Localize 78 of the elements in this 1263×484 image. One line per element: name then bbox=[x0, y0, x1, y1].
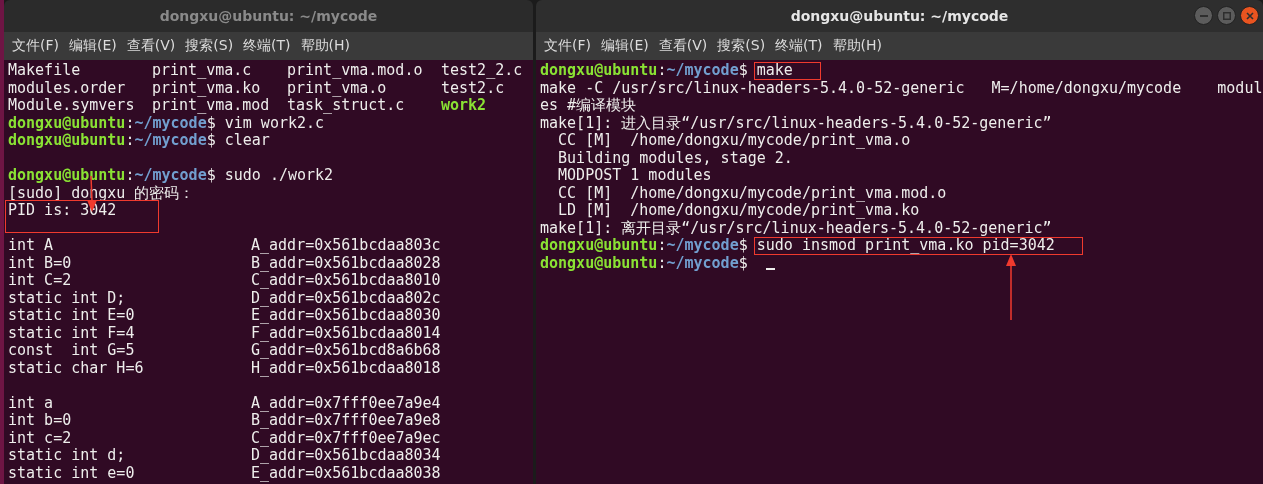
highlighted-command-text: sudo insmod print_vma.ko pid=3042 bbox=[753, 237, 1083, 255]
variable-declaration: static int E=0 bbox=[8, 307, 136, 325]
variable-declaration: static int D; bbox=[8, 289, 127, 307]
window-title: dongxu@ubuntu: ~/mycode bbox=[790, 8, 1009, 24]
menu-item[interactable]: 文件(F) bbox=[8, 37, 63, 55]
output-line: CC [M] /home/dongxu/mycode/print_vma.mod.o bbox=[557, 184, 947, 202]
file-name: Module.symvers bbox=[8, 97, 136, 115]
output-line: Building modules, stage 2. bbox=[557, 149, 793, 167]
menu-item[interactable]: 搜索(S) bbox=[713, 37, 770, 55]
variable-declaration: int C=2 bbox=[8, 272, 73, 290]
output-line: make -C /usr/src/linux-headers-5.4.0-52-generic M=/home/dongxu/mycode modul bbox=[540, 79, 1263, 97]
address-output: E_addr=0x561bcdaa8038 bbox=[251, 464, 441, 482]
file-name: task_struct.c bbox=[287, 97, 406, 115]
output-line: LD [M] /home/dongxu/mycode/print_vma.ko bbox=[557, 202, 920, 220]
menu-item[interactable]: 搜索(S) bbox=[181, 37, 238, 55]
variable-declaration: int b=0 bbox=[8, 412, 73, 430]
variable-declaration: int A bbox=[8, 237, 55, 255]
close-button[interactable] bbox=[1240, 6, 1259, 25]
maximize-icon bbox=[1222, 11, 1231, 20]
menu-item[interactable]: 查看(V) bbox=[122, 37, 180, 55]
address-output: H_addr=0x561bcdaa8018 bbox=[251, 359, 441, 377]
file-name: print_vma.ko bbox=[152, 79, 262, 97]
shell-prompt: dongxu@ubuntu:~/mycode$ bbox=[540, 237, 749, 255]
variable-declaration: static char H=6 bbox=[8, 359, 145, 377]
output-line: make[1]: 离开目录“/usr/src/linux-headers-5.4.0-52-generic” bbox=[540, 219, 1052, 237]
file-name: print_vma.c bbox=[152, 62, 253, 80]
file-name: test2_2.c bbox=[441, 62, 523, 80]
variable-declaration: static int d; bbox=[8, 447, 127, 465]
menu-item[interactable]: 终端(T) bbox=[771, 37, 827, 55]
command-text: sudo ./work2 bbox=[224, 167, 334, 185]
address-output: D_addr=0x561bcdaa802c bbox=[251, 289, 441, 307]
menu-item[interactable]: 编辑(E) bbox=[65, 37, 121, 55]
executable-file-name: work2 bbox=[441, 97, 487, 115]
address-output: B_addr=0x561bcdaa8028 bbox=[251, 254, 441, 272]
command-text: clear bbox=[224, 132, 270, 150]
variable-declaration: int c=2 bbox=[8, 429, 73, 447]
menu-item[interactable]: 终端(T) bbox=[239, 37, 295, 55]
file-name: print_vma.mod.o bbox=[287, 62, 424, 80]
address-output: A_addr=0x7fff0ee7a9e4 bbox=[251, 394, 441, 412]
variable-declaration: int a bbox=[8, 394, 55, 412]
output-line: MODPOST 1 modules bbox=[557, 167, 712, 185]
menu-item[interactable]: 帮助(H) bbox=[296, 37, 355, 55]
file-name: modules.order bbox=[8, 79, 127, 97]
window-title: dongxu@ubuntu: ~/mycode bbox=[159, 8, 378, 24]
variable-declaration: static int e=0 bbox=[8, 464, 136, 482]
shell-prompt: dongxu@ubuntu:~/mycode$ bbox=[540, 62, 749, 80]
file-name: Makefile bbox=[8, 62, 82, 80]
output-line: make[1]: 进入目录“/usr/src/linux-headers-5.4.0-52-generic” bbox=[540, 114, 1052, 132]
output-line: es #编译模块 bbox=[540, 97, 637, 115]
minimize-button[interactable] bbox=[1194, 6, 1213, 25]
address-output: A_addr=0x561bcdaa803c bbox=[251, 237, 441, 255]
menu-item[interactable]: 帮助(H) bbox=[828, 37, 887, 55]
maximize-button[interactable] bbox=[1217, 6, 1236, 25]
variable-declaration: int B=0 bbox=[8, 254, 73, 272]
address-output: B_addr=0x7fff0ee7a9e8 bbox=[251, 412, 441, 430]
minimize-icon bbox=[1199, 14, 1208, 17]
output-line: CC [M] /home/dongxu/mycode/print_vma.o bbox=[557, 132, 911, 150]
menu-item[interactable]: 编辑(E) bbox=[597, 37, 653, 55]
address-output: E_addr=0x561bcdaa8030 bbox=[251, 307, 441, 325]
address-output: F_addr=0x561bcdaa8014 bbox=[251, 324, 441, 342]
menu-item[interactable]: 文件(F) bbox=[540, 37, 595, 55]
address-output: C_addr=0x561bcdaa8010 bbox=[251, 272, 441, 290]
address-output: D_addr=0x561bcdaa8034 bbox=[251, 447, 441, 465]
file-name: print_vma.mod bbox=[152, 97, 271, 115]
command-text: vim work2.c bbox=[224, 114, 325, 132]
address-output: G_addr=0x561bcd8a6b68 bbox=[251, 342, 441, 360]
menu-item[interactable]: 查看(V) bbox=[654, 37, 712, 55]
shell-prompt: dongxu@ubuntu:~/mycode$ bbox=[8, 114, 216, 132]
close-icon bbox=[1245, 11, 1254, 20]
file-name: test2.c bbox=[441, 79, 505, 97]
variable-declaration: static int F=4 bbox=[8, 324, 136, 342]
file-name: print_vma.o bbox=[287, 79, 387, 97]
variable-declaration: const int G=5 bbox=[8, 342, 136, 360]
shell-prompt: dongxu@ubuntu:~/mycode$ bbox=[540, 254, 749, 272]
address-output: C_addr=0x7fff0ee7a9ec bbox=[251, 429, 441, 447]
highlighted-command-text: make bbox=[753, 62, 821, 80]
shell-prompt: dongxu@ubuntu:~/mycode$ bbox=[8, 132, 217, 150]
shell-prompt: dongxu@ubuntu:~/mycode$ bbox=[8, 167, 217, 185]
